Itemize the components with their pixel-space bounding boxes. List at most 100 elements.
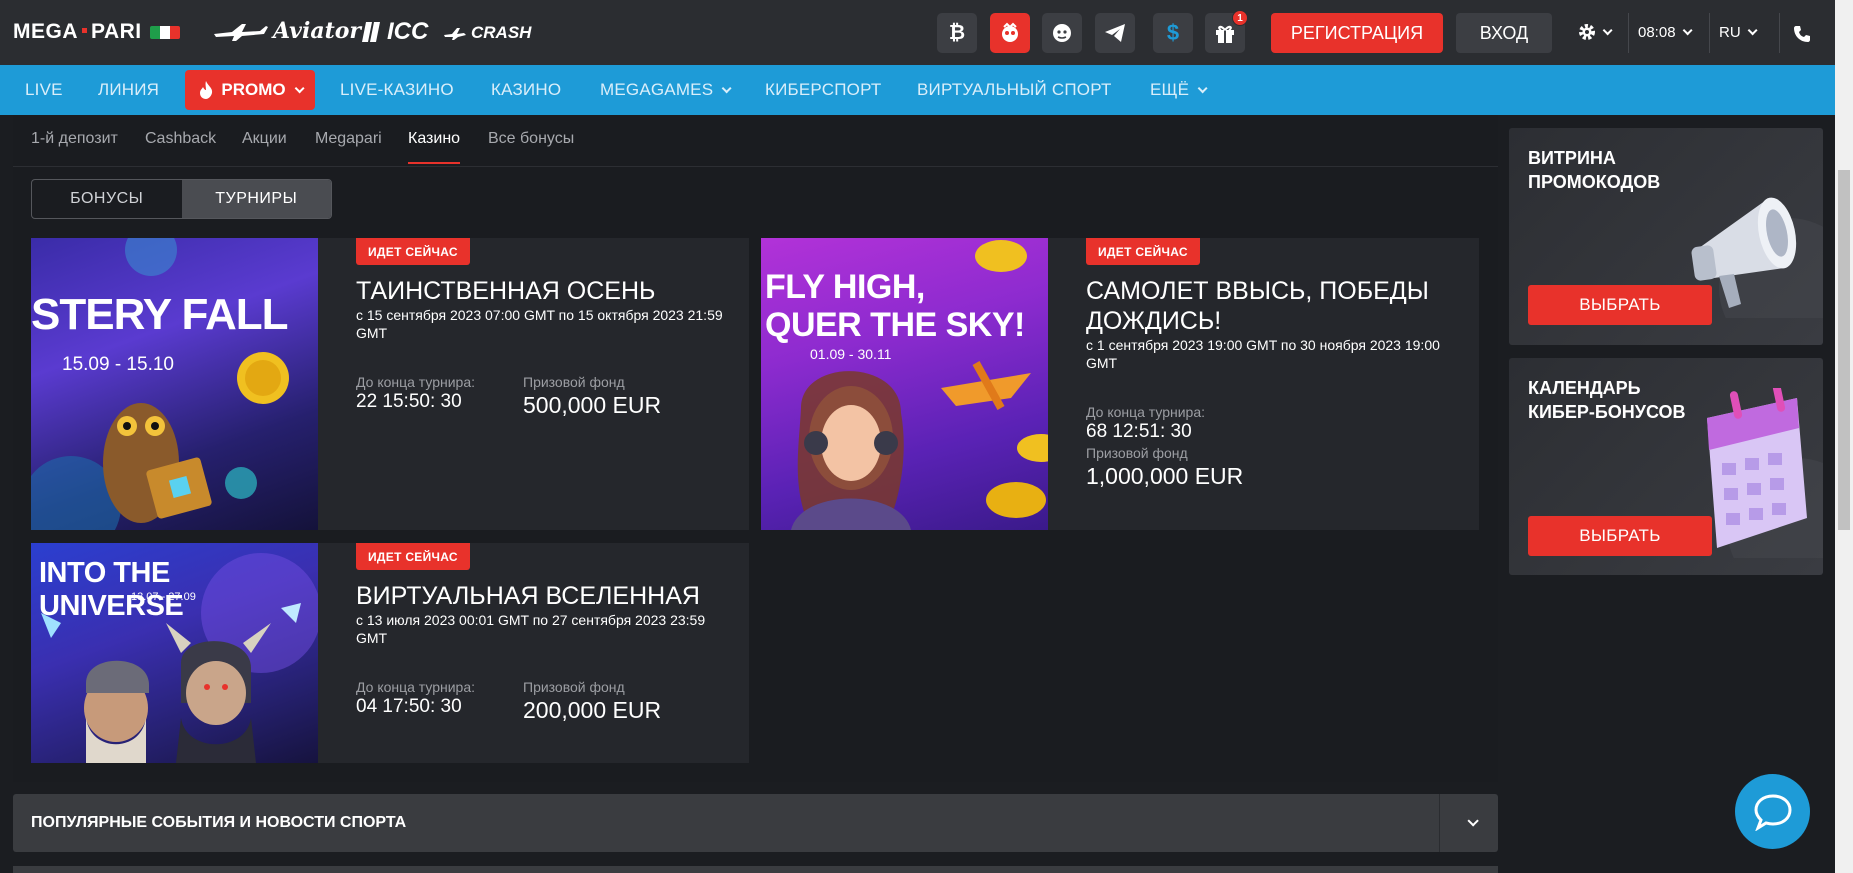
subtab-promotions[interactable]: Акции — [242, 130, 287, 148]
ends-label: До конца турнира: — [356, 374, 476, 390]
gear-icon — [1579, 24, 1595, 40]
promo-select-button[interactable]: ВЫБРАТЬ — [1528, 285, 1712, 325]
banner-dates: 13.07 - 27.09 — [131, 591, 196, 603]
chevron-down-icon — [1602, 24, 1613, 35]
gift-button[interactable]: 1 — [1205, 10, 1248, 53]
nav-promo-label: PROMO — [221, 80, 286, 99]
plane-icon — [214, 24, 268, 41]
banner-title: STERY FALL — [31, 290, 288, 339]
ends-label: До конца турнира: — [356, 679, 476, 695]
logo-text-left: MEGA — [13, 20, 78, 43]
nav-live[interactable]: LIVE — [25, 65, 63, 115]
live-now-badge: ИДЕТ СЕЙЧАС — [356, 543, 470, 570]
settings-dropdown[interactable] — [1578, 18, 1613, 46]
toggle-tournaments[interactable]: ТУРНИРЫ — [181, 180, 331, 218]
telegram-button[interactable] — [1095, 13, 1135, 53]
top-header: MEGA PARI Aviator ICC CRASH ₿ $ 1 РЕГИСТ… — [0, 0, 1835, 65]
crash-plane-icon — [444, 28, 466, 40]
next-section-edge — [13, 866, 1498, 873]
tournament-banner-mystery-fall: STERY FALL 15.09 - 15.10 — [31, 238, 318, 530]
nav-more[interactable]: ЕЩЁ — [1150, 65, 1208, 115]
tournament-card[interactable]: STERY FALL 15.09 - 15.10 ИДЕТ СЕЙЧАС ТАИ… — [31, 238, 749, 530]
calendar-title: КАЛЕНДАРЬ КИБЕР-БОНУСОВ — [1528, 378, 1686, 422]
nav-line[interactable]: ЛИНИЯ — [98, 65, 159, 115]
login-button[interactable]: ВХОД — [1456, 13, 1552, 53]
nav-megagames-label: MEGAGAMES — [600, 80, 714, 99]
subtab-megapari[interactable]: Megapari — [315, 130, 382, 148]
chat-button[interactable] — [1735, 774, 1810, 849]
banner-dates: 15.09 - 15.10 — [62, 354, 174, 375]
nav-virtual-sport[interactable]: ВИРТУАЛЬНЫЙ СПОРТ — [917, 65, 1112, 115]
subtab-all-bonuses[interactable]: Все бонусы — [488, 130, 574, 148]
subtab-casino[interactable]: Казино — [408, 130, 461, 164]
tournament-title: ВИРТУАЛЬНАЯ ВСЕЛЕННАЯ — [356, 582, 700, 610]
nav-esports[interactable]: КИБЕРСПОРТ — [765, 65, 881, 115]
live-now-badge: ИДЕТ СЕЙЧАС — [1086, 238, 1200, 265]
tournament-card[interactable]: INTO THE UNIVERSE 13.07 - 27.09 ИДЕТ СЕЙ… — [31, 543, 749, 763]
megapari-logo[interactable]: MEGA PARI — [13, 20, 180, 44]
tournament-banner-fly-high: FLY HIGH, QUER THE SKY! 01.09 - 30.11 — [761, 238, 1048, 530]
mascot-button[interactable] — [990, 13, 1030, 53]
popular-events-accordion[interactable]: ПОПУЛЯРНЫЕ СОБЫТИЯ И НОВОСТИ СПОРТА — [13, 794, 1498, 852]
ends-countdown: 68 12:51: 30 — [1086, 421, 1192, 442]
prize-label: Призовой фонд — [523, 679, 625, 695]
bonus-tournament-toggle: БОНУСЫ ТУРНИРЫ — [31, 179, 332, 219]
crash-label: CRASH — [471, 23, 532, 42]
banner-title-line2: QUER THE SKY! — [765, 306, 1025, 344]
time-dropdown[interactable]: 08:08 — [1638, 18, 1693, 46]
chevron-down-icon — [1747, 24, 1758, 35]
promo-showcase-title: ВИТРИНА ПРОМОКОДОВ — [1528, 148, 1661, 192]
subtab-cashback[interactable]: Cashback — [145, 130, 216, 148]
prize-label: Призовой фонд — [523, 374, 625, 390]
prize-label: Призовой фонд — [1086, 445, 1188, 461]
banner-title: INTO THE UNIVERSE — [39, 557, 184, 622]
dollar-icon: $ — [1166, 20, 1180, 45]
nav-more-label: ЕЩЁ — [1150, 80, 1190, 99]
banner-title-line1: FLY HIGH, — [765, 268, 925, 306]
tournaments-panel: 1-й депозит Cashback Акции Megapari Кази… — [13, 115, 1498, 782]
scrollbar-thumb[interactable] — [1838, 170, 1850, 530]
nav-promo[interactable]: PROMO — [185, 70, 315, 110]
bitcoin-button[interactable]: ₿ — [937, 13, 977, 53]
tournament-title: САМОЛЕТ ВВЫСЬ, ПОБЕДЫ ДОЖДИСЬ! — [1086, 277, 1429, 335]
phone-button[interactable] — [1793, 20, 1811, 48]
tournament-dates: с 1 сентября 2023 19:00 GMT по 30 ноября… — [1086, 337, 1440, 371]
crash-link[interactable]: CRASH — [444, 23, 531, 43]
nav-casino[interactable]: КАЗИНО — [491, 65, 561, 115]
icc-icon — [362, 22, 380, 42]
gift-icon — [1216, 25, 1234, 43]
poker-face-icon — [1053, 24, 1071, 42]
tournament-dates: с 15 сентября 2023 07:00 GMT по 15 октяб… — [356, 307, 723, 341]
toggle-bonuses[interactable]: БОНУСЫ — [32, 180, 182, 218]
telegram-icon — [1105, 24, 1125, 42]
promo-showcase-panel: ВИТРИНА ПРОМОКОДОВ ВЫБРАТЬ — [1509, 128, 1823, 345]
register-button[interactable]: РЕГИСТРАЦИЯ — [1271, 13, 1443, 53]
chevron-down-icon — [1197, 82, 1208, 93]
nav-megagames[interactable]: MEGAGAMES — [600, 65, 732, 115]
clock-time: 08:08 — [1638, 23, 1676, 41]
poker-button[interactable] — [1042, 13, 1082, 53]
nav-live-casino[interactable]: LIVE-КАЗИНО — [340, 65, 454, 115]
bonus-subtabs: 1-й депозит Cashback Акции Megapari Кази… — [13, 115, 1498, 167]
chevron-down-icon[interactable] — [1467, 814, 1479, 832]
tournament-card[interactable]: FLY HIGH, QUER THE SKY! 01.09 - 30.11 ИД… — [761, 238, 1479, 530]
calendar-select-button[interactable]: ВЫБРАТЬ — [1528, 516, 1712, 556]
language-code: RU — [1719, 23, 1741, 41]
fire-icon — [200, 81, 213, 99]
dollar-button[interactable]: $ — [1153, 13, 1193, 53]
icc-link[interactable]: ICC — [362, 18, 428, 46]
mascot-icon — [1002, 22, 1018, 42]
aviator-link[interactable]: Aviator — [212, 18, 361, 44]
tournament-banner-into-the-universe: INTO THE UNIVERSE 13.07 - 27.09 — [31, 543, 318, 763]
ends-countdown: 04 17:50: 30 — [356, 696, 462, 717]
ends-label: До конца турнира: — [1086, 404, 1206, 420]
chevron-down-icon — [294, 82, 305, 93]
prize-value: 200,000 EUR — [523, 697, 662, 723]
tournament-title: ТАИНСТВЕННАЯ ОСЕНЬ — [356, 277, 656, 305]
italy-flag-icon — [149, 25, 180, 39]
aviator-label: Aviator — [273, 18, 361, 44]
main-nav: LIVE ЛИНИЯ PROMO LIVE-КАЗИНО КАЗИНО MEGA… — [0, 65, 1835, 115]
popular-events-label: ПОПУЛЯРНЫЕ СОБЫТИЯ И НОВОСТИ СПОРТА — [31, 814, 407, 831]
language-dropdown[interactable]: RU — [1719, 18, 1758, 46]
subtab-first-deposit[interactable]: 1-й депозит — [31, 130, 118, 148]
